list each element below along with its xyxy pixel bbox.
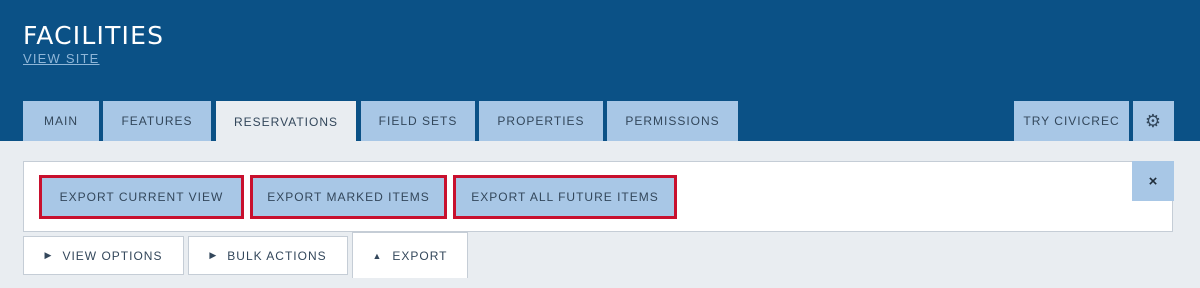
settings-button[interactable]: ⚙ <box>1133 101 1174 141</box>
header-bar: FACILITIES VIEW SITE MAIN FEATURES RESER… <box>0 0 1200 142</box>
subtab-view-options[interactable]: ▶ VIEW OPTIONS <box>23 236 184 275</box>
subtab-label: BULK ACTIONS <box>227 248 327 263</box>
view-site-link[interactable]: VIEW SITE <box>23 51 100 66</box>
expand-arrow-icon: ▶ <box>44 250 53 260</box>
export-marked-items-button[interactable]: EXPORT MARKED ITEMS <box>250 175 447 219</box>
tab-field-sets[interactable]: FIELD SETS <box>361 101 475 141</box>
subtab-label: VIEW OPTIONS <box>62 248 163 263</box>
export-all-future-items-button[interactable]: EXPORT ALL FUTURE ITEMS <box>453 175 677 219</box>
subtab-bulk-actions[interactable]: ▶ BULK ACTIONS <box>188 236 348 275</box>
close-button[interactable]: × <box>1132 161 1174 201</box>
subtab-export[interactable]: ▲ EXPORT <box>352 232 468 278</box>
subtab-label: EXPORT <box>392 248 448 263</box>
export-current-view-button[interactable]: EXPORT CURRENT VIEW <box>39 175 244 219</box>
try-civicrec-button[interactable]: TRY CIVICREC <box>1014 101 1129 141</box>
page-title: FACILITIES <box>23 21 165 50</box>
tab-reservations[interactable]: RESERVATIONS <box>216 101 356 142</box>
tab-features[interactable]: FEATURES <box>103 101 211 141</box>
gear-icon: ⚙ <box>1144 110 1163 131</box>
tab-permissions[interactable]: PERMISSIONS <box>607 101 738 141</box>
tab-properties[interactable]: PROPERTIES <box>479 101 603 141</box>
tab-main[interactable]: MAIN <box>23 101 99 141</box>
expand-arrow-icon: ▶ <box>209 250 218 260</box>
collapse-arrow-icon: ▲ <box>372 250 383 261</box>
